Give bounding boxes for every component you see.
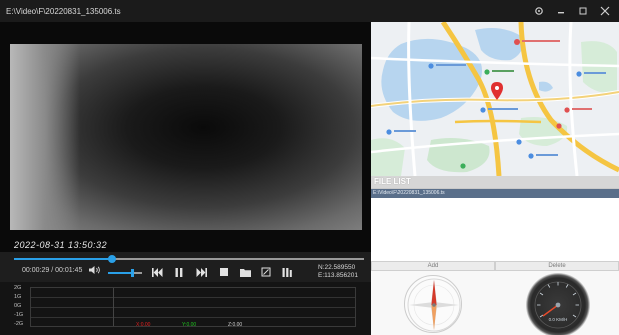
compass-icon <box>407 278 461 332</box>
add-button[interactable]: Add <box>371 261 495 271</box>
graph-y-label: 1G <box>14 294 22 300</box>
seek-bar-handle[interactable] <box>108 255 116 263</box>
graph-y-label: 0G <box>14 303 22 309</box>
folder-icon[interactable] <box>238 266 252 278</box>
volume-slider-fill <box>108 272 133 274</box>
minimize-icon[interactable] <box>553 3 569 19</box>
volume-slider-handle[interactable] <box>131 269 135 277</box>
title-bar: E:\Video\F\20220831_135006.ts <box>0 0 619 22</box>
video-shade <box>10 44 80 230</box>
playback-time: 00:00:29 / 00:01:45 <box>22 267 83 274</box>
map-canvas <box>371 22 619 176</box>
speed-readout: 0.0 KM/H <box>548 317 568 322</box>
close-icon[interactable] <box>597 3 613 19</box>
graph-z-value: Z:0.00 <box>228 322 243 328</box>
playback-controls: 00:00:29 / 00:01:45 <box>0 252 371 282</box>
volume-slider[interactable] <box>108 269 142 277</box>
playlist-icon[interactable] <box>280 266 294 278</box>
screenshot-icon[interactable] <box>259 266 273 278</box>
map-view[interactable] <box>371 22 619 176</box>
window-title: E:\Video\F\20220831_135006.ts <box>6 6 121 16</box>
graph-y-label: 2G <box>14 285 22 291</box>
graph-y-value: Y:0.00 <box>182 322 197 328</box>
gauges-area: 0.0 KM/H <box>371 271 619 335</box>
graph-x-value: X:0.00 <box>136 322 151 328</box>
delete-button[interactable]: Delete <box>495 261 619 271</box>
file-actions: Add Delete <box>371 261 619 271</box>
file-list-header: FILE LIST <box>371 176 619 188</box>
video-area: 2022-08-31 13:50:32 <box>0 22 371 252</box>
maximize-icon[interactable] <box>575 3 591 19</box>
compass-gauge <box>404 275 462 333</box>
speedometer-gauge: 0.0 KM/H <box>526 273 590 335</box>
graph-cursor-line <box>113 288 114 326</box>
seek-bar-fill <box>14 258 112 260</box>
graph-gridline <box>31 297 355 298</box>
stop-icon[interactable] <box>217 266 231 278</box>
pause-icon[interactable] <box>172 266 186 278</box>
file-list[interactable]: E:\Video\F\20220831_135006.ts <box>371 188 619 261</box>
graph-y-label: -2G <box>14 321 24 327</box>
seek-bar[interactable] <box>14 255 364 263</box>
right-panel: FILE LIST E:\Video\F\20220831_135006.ts … <box>371 22 619 335</box>
graph-plot-area <box>30 287 356 327</box>
video-timestamp-overlay: 2022-08-31 13:50:32 <box>14 240 108 250</box>
volume-icon[interactable] <box>88 265 102 277</box>
graph-gridline <box>31 307 355 308</box>
speedometer-icon <box>534 281 582 329</box>
settings-icon[interactable] <box>531 3 547 19</box>
previous-icon[interactable] <box>150 266 164 278</box>
gps-readout: N:22.589550 E:113.856201 <box>318 264 358 280</box>
app-window: E:\Video\F\20220831_135006.ts 2022-08-31… <box>0 0 619 335</box>
file-list-item[interactable]: E:\Video\F\20220831_135006.ts <box>371 189 619 198</box>
gps-latitude: N:22.589550 <box>318 264 356 271</box>
graph-gridline <box>31 317 355 318</box>
next-icon[interactable] <box>194 266 208 278</box>
video-frame[interactable] <box>10 44 362 230</box>
gps-longitude: E:113.856201 <box>318 272 358 279</box>
graph-y-label: -1G <box>14 312 24 318</box>
